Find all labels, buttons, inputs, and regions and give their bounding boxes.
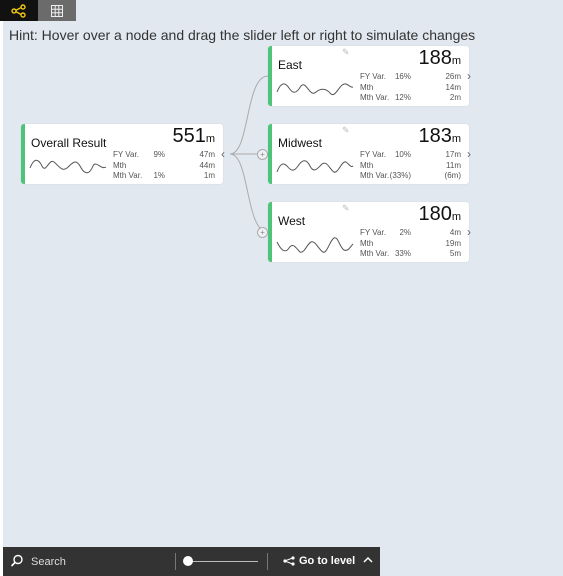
expand-chevron-icon[interactable]: › — [467, 148, 471, 160]
node-metrics: FY Var. 9% 47m Mth 44m Mth Var. 1% 1m — [113, 150, 215, 182]
metric-row-mth: Mth 14m — [360, 82, 461, 92]
grid-view-icon — [51, 4, 63, 17]
slider-handle[interactable] — [183, 556, 193, 566]
search-input[interactable]: Search — [31, 556, 66, 568]
pencil-icon[interactable]: ✎ — [342, 203, 350, 214]
go-to-level-button[interactable]: Go to level — [283, 555, 355, 567]
node-metrics: FY Var. 10% 17m Mth 11m Mth Var. (33%) (… — [360, 150, 461, 182]
sparkline — [276, 237, 354, 253]
node-accent-bar — [268, 46, 272, 106]
simulation-slider[interactable] — [187, 561, 258, 562]
metric-row-mth-var: Mth Var. 1% 1m — [113, 171, 215, 180]
view-toolbar — [0, 0, 76, 21]
metric-row-mth: Mth 19m — [360, 238, 461, 248]
pencil-icon[interactable]: ✎ — [342, 125, 350, 136]
node-card-midwest[interactable]: ✎ Midwest 183m FY Var. 10% 17m Mth 11m M… — [268, 124, 469, 184]
metric-row-fy-var: FY Var. 9% 47m — [113, 150, 215, 159]
tree-level-icon — [283, 556, 295, 566]
node-card-east[interactable]: ✎ East 188m FY Var. 16% 26m Mth 14m Mth … — [268, 46, 469, 106]
metric-row-mth: Mth 44m — [113, 160, 215, 170]
tree-view-button[interactable] — [0, 0, 38, 21]
node-value: 188m — [418, 47, 461, 69]
node-value: 551m — [172, 125, 215, 147]
sparkline — [29, 159, 107, 174]
metric-row-fy-var: FY Var. 10% 17m — [360, 150, 461, 159]
node-metrics: FY Var. 16% 26m Mth 14m Mth Var. 12% 2m — [360, 72, 461, 104]
metric-row-fy-var: FY Var. 16% 26m — [360, 72, 461, 81]
node-metrics: FY Var. 2% 4m Mth 19m Mth Var. 33% 5m — [360, 228, 461, 260]
search-icon[interactable] — [10, 554, 24, 568]
divider — [175, 553, 176, 570]
metric-row-mth: Mth 11m — [360, 160, 461, 170]
divider — [267, 553, 268, 570]
expand-chevron-icon[interactable]: › — [467, 70, 471, 82]
metric-row-fy-var: FY Var. 2% 4m — [360, 228, 461, 237]
node-name: Overall Result — [31, 136, 107, 150]
collapse-chevron-icon[interactable]: ‹ — [221, 148, 225, 160]
expand-plus-icon[interactable]: + — [257, 227, 268, 238]
tree-view-icon — [11, 3, 26, 18]
expand-plus-icon[interactable]: + — [257, 149, 268, 160]
grid-view-button[interactable] — [38, 0, 76, 21]
node-accent-bar — [21, 124, 25, 184]
chevron-up-icon[interactable] — [362, 554, 374, 566]
sparkline — [276, 83, 354, 96]
node-value: 180m — [418, 203, 461, 225]
metric-row-mth-var: Mth Var. 33% 5m — [360, 249, 461, 258]
expand-chevron-icon[interactable]: › — [467, 226, 471, 238]
sparkline — [276, 160, 354, 173]
node-name: East — [278, 58, 303, 72]
bottom-toolbar: Search Go to level — [3, 547, 380, 576]
left-edge — [0, 21, 3, 576]
node-card-west[interactable]: ✎ West 180m FY Var. 2% 4m Mth 19m Mth Va… — [268, 202, 469, 262]
node-card-overall[interactable]: Overall Result 551m FY Var. 9% 47m Mth 4… — [21, 124, 223, 184]
pencil-icon[interactable]: ✎ — [342, 47, 350, 58]
hint-text: Hint: Hover over a node and drag the sli… — [9, 27, 476, 43]
node-accent-bar — [268, 202, 272, 262]
go-to-level-label: Go to level — [299, 555, 356, 567]
node-value: 183m — [418, 125, 461, 147]
node-name: Midwest — [278, 136, 323, 150]
node-name: West — [278, 214, 306, 228]
node-accent-bar — [268, 124, 272, 184]
metric-row-mth-var: Mth Var. (33%) (6m) — [360, 171, 461, 180]
metric-row-mth-var: Mth Var. 12% 2m — [360, 93, 461, 102]
